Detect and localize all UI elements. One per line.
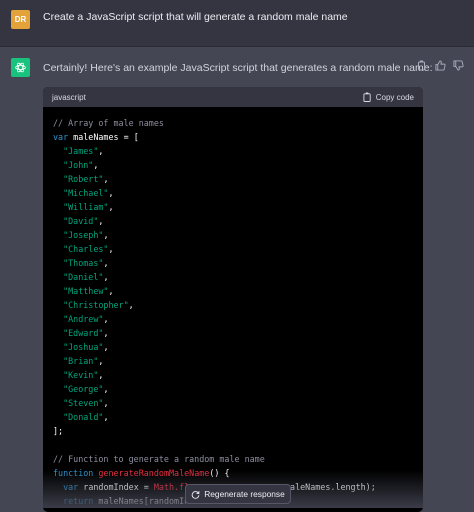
code-string-name: "William" bbox=[63, 202, 109, 212]
code-keyword: return bbox=[63, 496, 94, 506]
code-text: aleNames.length); bbox=[290, 482, 376, 492]
code-string-name: "Robert" bbox=[63, 174, 104, 184]
code-block: javascript Copy code // Array of male na… bbox=[43, 87, 423, 512]
code-comment: // Function to generate a random male na… bbox=[53, 454, 265, 464]
code-string-name: "Edward" bbox=[63, 328, 104, 338]
user-avatar: DR bbox=[11, 10, 30, 29]
regenerate-label: Regenerate response bbox=[204, 489, 285, 499]
code-string-name: "Donald" bbox=[63, 412, 104, 422]
assistant-avatar bbox=[11, 58, 30, 77]
refresh-icon bbox=[191, 490, 200, 499]
code-string-name: "Christopher" bbox=[63, 300, 129, 310]
thumbs-down-icon[interactable] bbox=[452, 59, 464, 71]
code-string-name: "Steven" bbox=[63, 398, 104, 408]
code-language-label: javascript bbox=[52, 92, 86, 102]
message-actions bbox=[416, 59, 464, 71]
code-string-name: "Andrew" bbox=[63, 314, 104, 324]
code-comment: // Array of male names bbox=[53, 118, 164, 128]
code-math-object: Math bbox=[153, 482, 175, 492]
code-keyword: function bbox=[53, 468, 94, 478]
copy-code-button[interactable]: Copy code bbox=[363, 92, 414, 102]
clipboard-icon bbox=[363, 92, 371, 102]
code-string-name: "Daniel" bbox=[63, 272, 104, 282]
copy-icon[interactable] bbox=[416, 59, 428, 71]
code-string-name: "Kevin" bbox=[63, 370, 99, 380]
names-list: "James", "John", "Robert", "Michael", "W… bbox=[63, 146, 134, 422]
thumbs-up-icon[interactable] bbox=[434, 59, 446, 71]
code-function-name: generateRandomMaleName bbox=[98, 468, 210, 478]
copy-code-label: Copy code bbox=[375, 92, 414, 102]
code-keyword: var bbox=[63, 482, 79, 492]
assistant-message-row: Certainly! Here's an example JavaScript … bbox=[0, 47, 474, 512]
code-text: maleNames[randomIn bbox=[98, 496, 190, 506]
assistant-message-text: Certainly! Here's an example JavaScript … bbox=[43, 62, 433, 74]
code-string-name: "James" bbox=[63, 146, 99, 156]
user-message-row: DR Create a JavaScript script that will … bbox=[0, 0, 474, 47]
code-string-name: "John" bbox=[63, 160, 94, 170]
code-header: javascript Copy code bbox=[43, 87, 423, 107]
code-keyword: var bbox=[53, 132, 69, 142]
code-text: randomIndex = bbox=[83, 482, 154, 492]
code-string-name: "Thomas" bbox=[63, 258, 104, 268]
code-string-name: "Matthew" bbox=[63, 286, 109, 296]
code-content: // Array of male names var maleNames = [… bbox=[53, 118, 376, 506]
code-string-name: "Michael" bbox=[63, 188, 109, 198]
openai-logo-icon bbox=[15, 62, 26, 73]
user-message-text: Create a JavaScript script that will gen… bbox=[43, 11, 348, 23]
code-string-name: "Joshua" bbox=[63, 342, 104, 352]
regenerate-response-button[interactable]: Regenerate response bbox=[185, 484, 291, 504]
code-string-name: "Brian" bbox=[63, 356, 99, 366]
code-string-name: "David" bbox=[63, 216, 99, 226]
code-string-name: "Charles" bbox=[63, 244, 109, 254]
code-string-name: "George" bbox=[63, 384, 104, 394]
code-string-name: "Joseph" bbox=[63, 230, 104, 240]
